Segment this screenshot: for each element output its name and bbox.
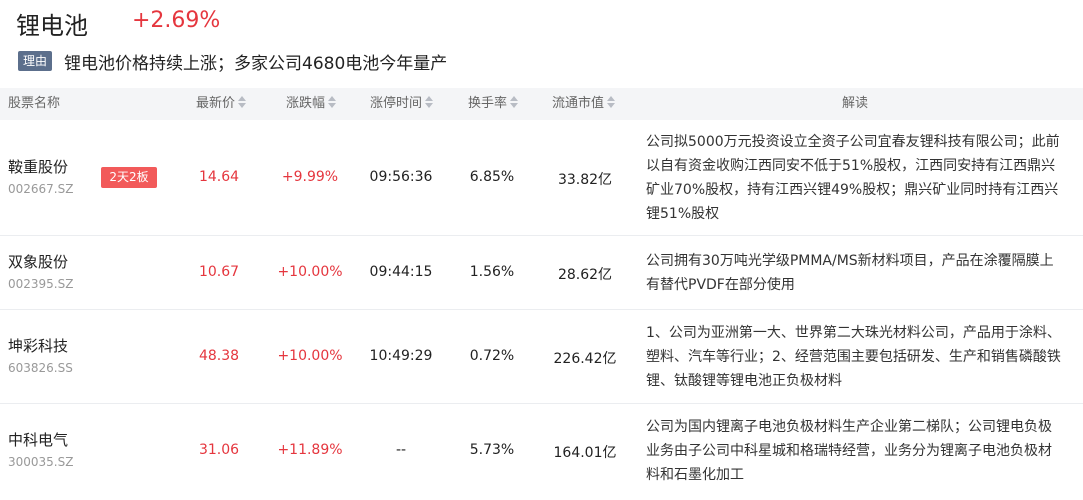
limit-up-time: 10:49:29 [369, 348, 433, 364]
stock-name[interactable]: 鞍重股份 [8, 156, 68, 177]
sector-change: +2.69% [132, 8, 221, 33]
limit-up-time: 09:44:15 [369, 264, 433, 280]
market-cap: 226.42亿 [553, 351, 617, 367]
interpretation-text: 1、公司为亚洲第一大、世界第二大珠光材料公司，产品用于涂料、塑料、汽车等行业；2… [646, 325, 1061, 389]
sort-icon[interactable] [510, 96, 519, 108]
stock-name[interactable]: 坤彩科技 [8, 335, 68, 356]
col-header-limit-time-label: 涨停时间 [370, 96, 423, 111]
col-header-limit-time[interactable]: 涨停时间 [370, 88, 434, 120]
latest-price: 10.67 [198, 264, 240, 280]
col-header-market-cap-label: 流通市值 [552, 96, 605, 111]
latest-price: 48.38 [198, 348, 240, 364]
market-cap: 33.82亿 [557, 172, 613, 188]
stock-code: 603826.SS [8, 361, 73, 375]
stock-name[interactable]: 中科电气 [8, 429, 68, 450]
col-header-price-label: 最新价 [196, 96, 236, 111]
stock-name[interactable]: 双象股份 [8, 251, 68, 272]
turnover-rate: 5.73% [469, 442, 515, 458]
market-cap: 164.01亿 [553, 445, 617, 461]
limit-up-time: 09:56:36 [369, 169, 433, 185]
sort-icon[interactable] [425, 96, 434, 108]
reason-text: 锂电池价格持续上涨；多家公司4680电池今年量产 [64, 54, 448, 74]
turnover-rate: 6.85% [469, 169, 515, 185]
table-row[interactable]: 双象股份 002395.SZ 10.67 +10.00% 09:44:15 1.… [0, 236, 1083, 310]
table-row[interactable]: 坤彩科技 603826.SS 48.38 +10.00% 10:49:29 0.… [0, 310, 1083, 404]
col-header-change[interactable]: 涨跌幅 [286, 88, 337, 120]
interpretation-text: 公司为国内锂离子电池负极材料生产企业第二梯队；公司锂电负极业务由子公司中科星城和… [646, 419, 1052, 483]
col-header-turnover[interactable]: 换手率 [468, 88, 519, 120]
change-percent: +10.00% [277, 348, 343, 364]
table-header: 股票名称 最新价 涨跌幅 涨停时间 换手率 流通市值 解读 [0, 88, 1083, 120]
sector-name: 锂电池 [16, 12, 88, 40]
change-percent: +10.00% [277, 264, 343, 280]
market-cap: 28.62亿 [557, 267, 613, 283]
limit-up-badge: 2天2板 [101, 167, 157, 188]
change-percent: +9.99% [281, 169, 339, 185]
latest-price: 31.06 [198, 442, 240, 458]
stock-code: 002667.SZ [8, 182, 74, 196]
col-header-price[interactable]: 最新价 [196, 88, 247, 120]
col-header-market-cap[interactable]: 流通市值 [552, 88, 616, 120]
stock-code: 002395.SZ [8, 277, 74, 291]
col-header-interpretation: 解读 [842, 96, 869, 111]
limit-up-time: -- [395, 442, 407, 458]
sort-icon[interactable] [328, 96, 337, 108]
turnover-rate: 0.72% [469, 348, 515, 364]
stock-code: 300035.SZ [8, 455, 74, 469]
change-percent: +11.89% [277, 442, 343, 458]
reason-badge: 理由 [18, 51, 52, 71]
col-header-turnover-label: 换手率 [468, 96, 508, 111]
table-row[interactable]: 中科电气 300035.SZ 31.06 +11.89% -- 5.73% 16… [0, 404, 1083, 500]
interpretation-text: 公司拟5000万元投资设立全资子公司宜春友锂科技有限公司；此前以自有资金收购江西… [646, 134, 1060, 222]
col-header-change-label: 涨跌幅 [286, 96, 326, 111]
sector-header: 锂电池 +2.69% 理由 锂电池价格持续上涨；多家公司4680电池今年量产 [0, 0, 1083, 88]
interpretation-text: 公司拥有30万吨光学级PMMA/MS新材料项目，产品在涂覆隔膜上有替代PVDF在… [646, 253, 1054, 293]
turnover-rate: 1.56% [469, 264, 515, 280]
table-row[interactable]: 鞍重股份 002667.SZ 2天2板 14.64 +9.99% 09:56:3… [0, 120, 1083, 236]
latest-price: 14.64 [198, 169, 240, 185]
col-header-name: 股票名称 [8, 96, 61, 111]
sort-icon[interactable] [607, 96, 616, 108]
sort-icon[interactable] [238, 96, 247, 108]
